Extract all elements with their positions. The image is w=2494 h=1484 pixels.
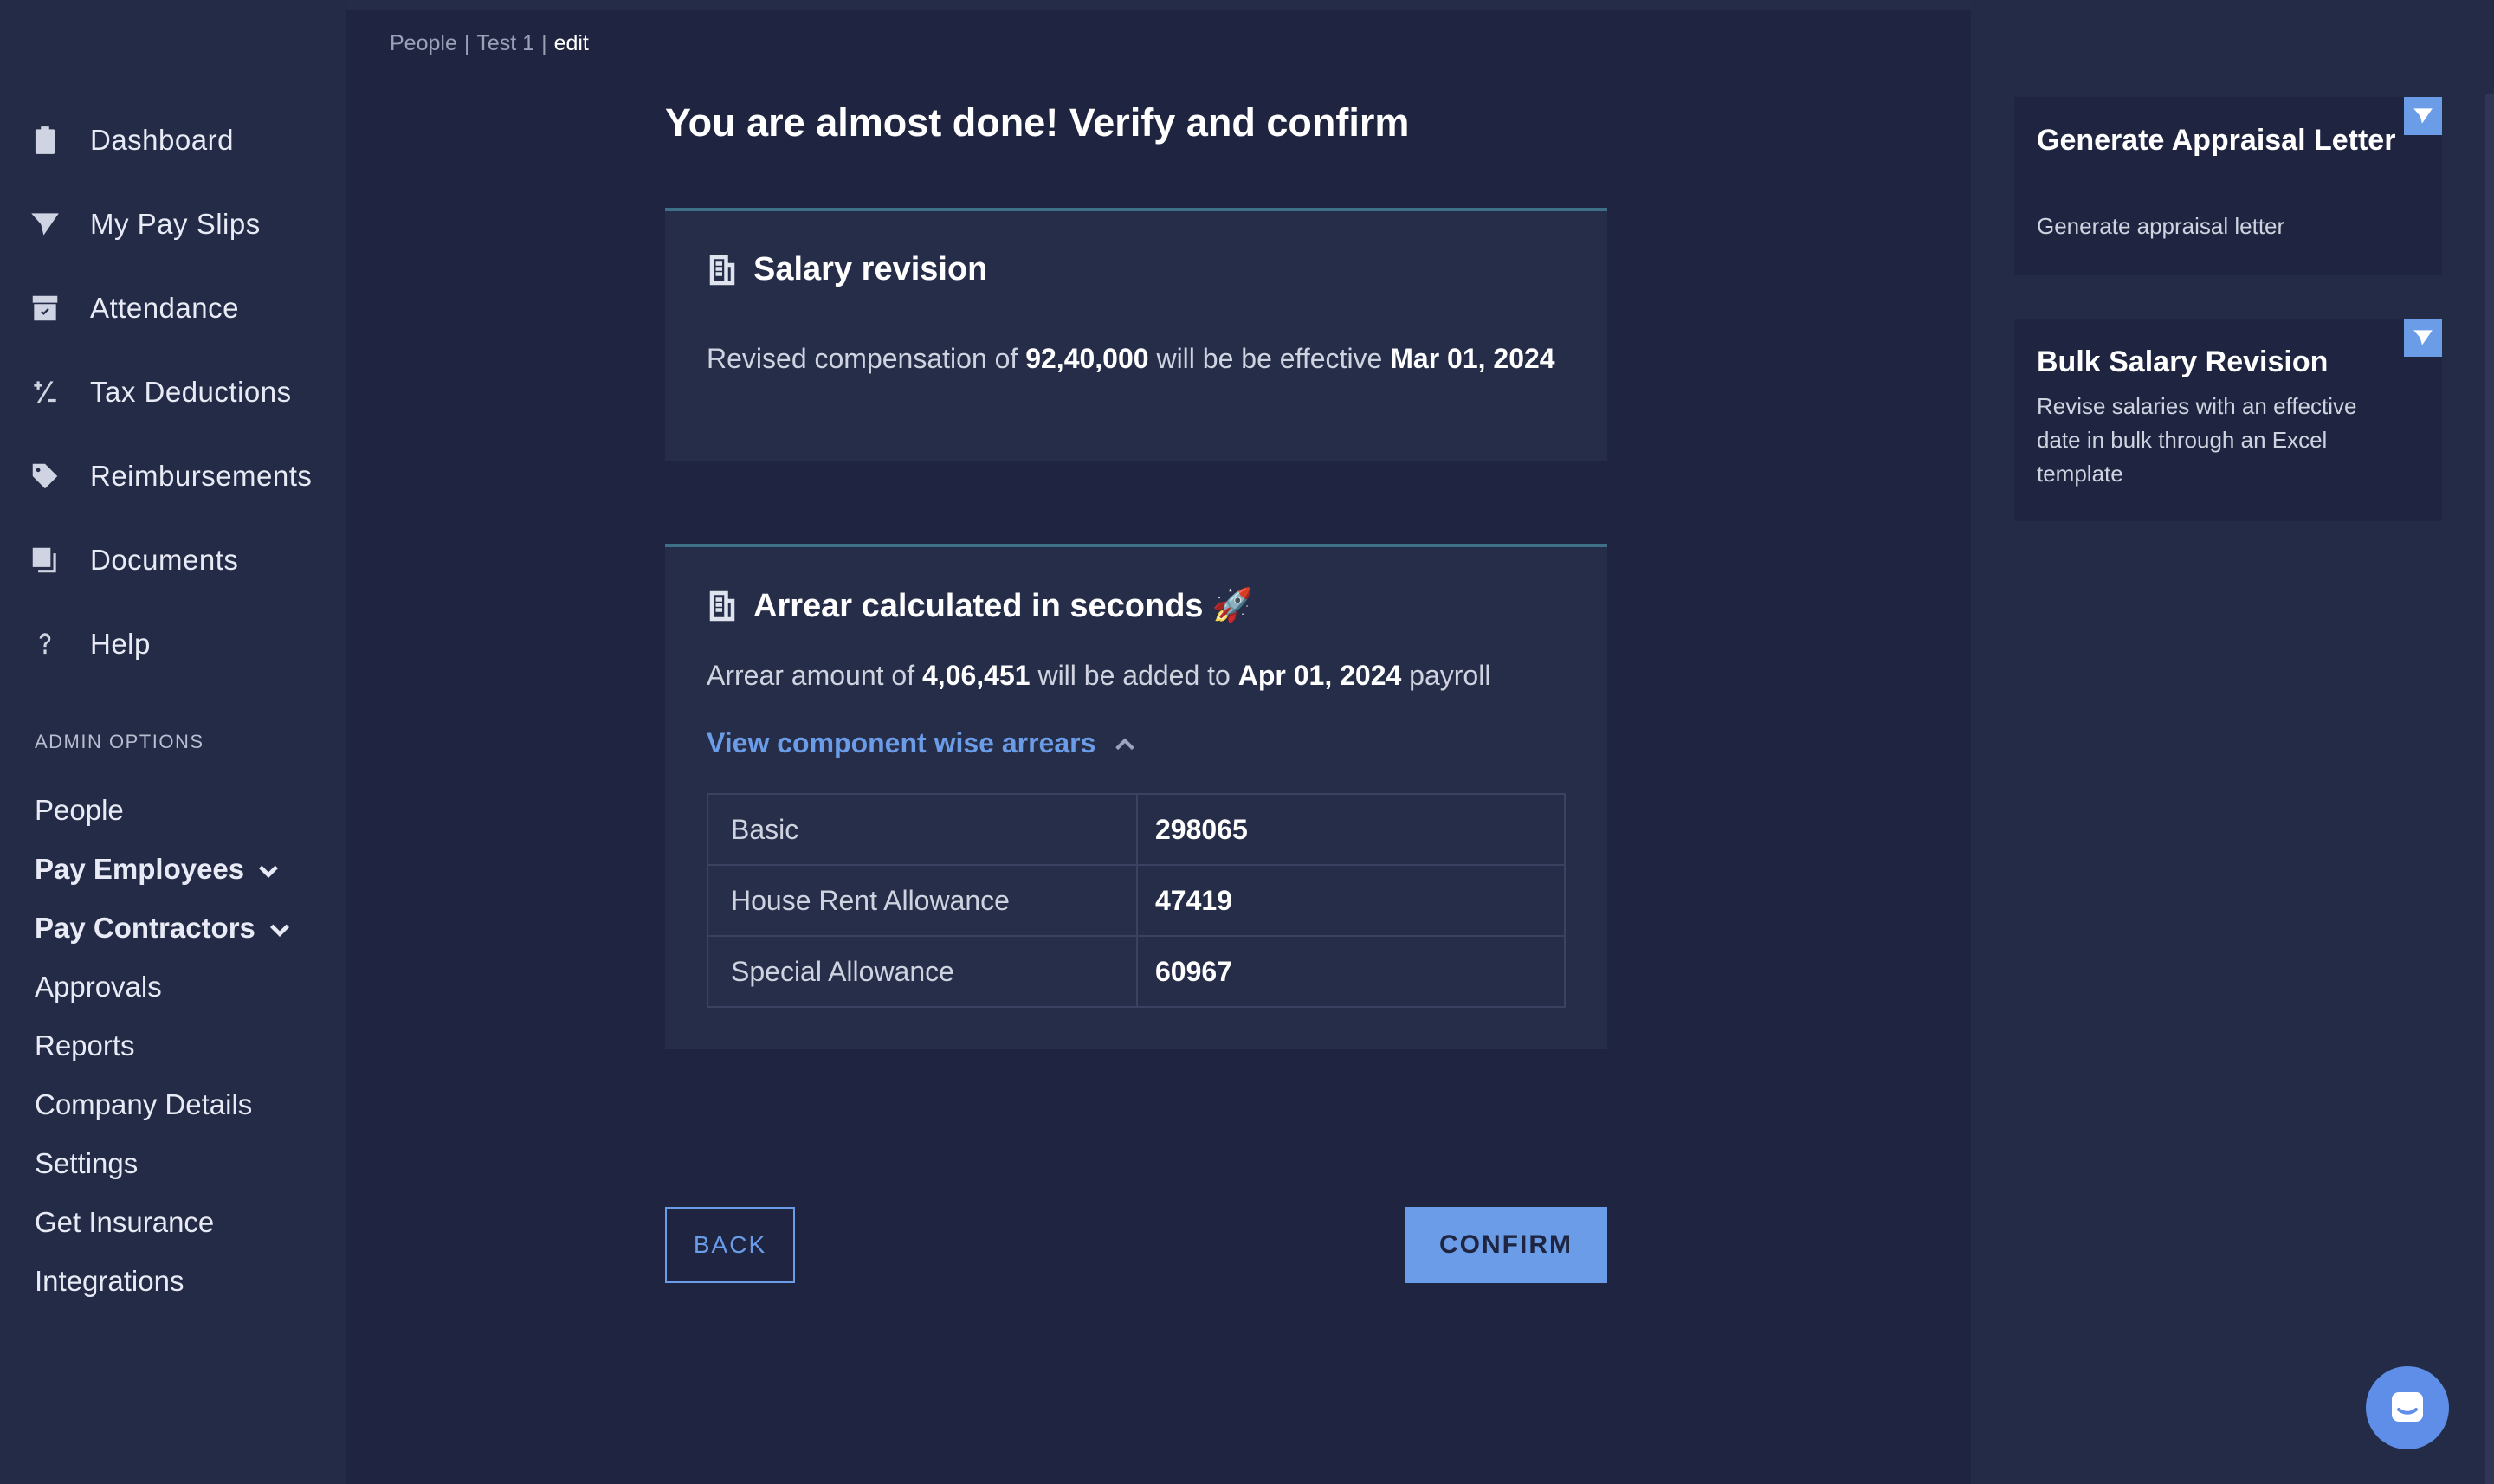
paper-plane-icon [2404, 319, 2442, 357]
rocket-icon: 🚀 [1211, 588, 1253, 624]
admin-item-label: People [35, 794, 124, 826]
chevron-up-icon [1113, 732, 1137, 756]
plus-minus-icon [28, 375, 62, 410]
sidebar-item-label: Attendance [90, 292, 239, 324]
arrear-card: Arrear calculated in seconds 🚀 Arrear am… [665, 544, 1607, 1049]
breadcrumb: People | Test 1 | edit [390, 31, 589, 56]
breadcrumb-people[interactable]: People [390, 31, 457, 56]
component-arrears-table: Basic 298065 House Rent Allowance 47419 … [707, 793, 1566, 1008]
documents-icon [28, 543, 62, 577]
admin-item-pay-employees[interactable]: Pay Employees [35, 847, 281, 892]
admin-item-settings[interactable]: Settings [35, 1141, 138, 1186]
bulk-salary-revision-card[interactable]: Bulk Salary Revision Revise salaries wit… [2014, 319, 2442, 521]
app-root: Dashboard My Pay Slips Attendance Tax De… [0, 0, 2494, 1484]
sidebar-item-label: Documents [90, 544, 239, 576]
confirm-button[interactable]: CONFIRM [1405, 1207, 1607, 1283]
promo-title: Generate Appraisal Letter [2037, 124, 2396, 157]
table-row: Basic 298065 [707, 793, 1566, 866]
document-icon [707, 590, 738, 622]
promo-description: Revise salaries with an effective date i… [2037, 393, 2357, 487]
admin-item-integrations[interactable]: Integrations [35, 1259, 184, 1304]
arrear-amount: 4,06,451 [922, 660, 1031, 691]
salary-text-prefix: Revised compensation of [707, 343, 1026, 374]
admin-item-approvals[interactable]: Approvals [35, 965, 162, 1010]
arrear-text-mid: will be added to [1030, 660, 1238, 691]
admin-item-people[interactable]: People [35, 788, 124, 833]
promo-description: Generate appraisal letter [2037, 213, 2285, 239]
component-value: 47419 [1136, 864, 1566, 937]
admin-item-label: Pay Contractors [35, 912, 255, 944]
sidebar-item-attendance[interactable]: Attendance [28, 282, 339, 334]
sidebar: Dashboard My Pay Slips Attendance Tax De… [0, 0, 346, 1484]
salary-revision-title: Salary revision [753, 251, 988, 287]
paper-plane-icon [28, 207, 62, 242]
component-value: 60967 [1136, 935, 1566, 1008]
arrear-text-prefix: Arrear amount of [707, 660, 922, 691]
admin-item-label: Reports [35, 1029, 135, 1061]
main-content: People | Test 1 | edit You are almost do… [346, 10, 1971, 1484]
breadcrumb-employee[interactable]: Test 1 [476, 31, 534, 56]
view-link-label: View component wise arrears [707, 727, 1096, 758]
admin-item-label: Get Insurance [35, 1206, 215, 1238]
admin-item-company-details[interactable]: Company Details [35, 1082, 252, 1127]
page-title: You are almost done! Verify and confirm [665, 100, 1410, 145]
sidebar-item-label: Reimbursements [90, 460, 313, 492]
view-component-arrears-link[interactable]: View component wise arrears [707, 727, 1137, 759]
table-row: Special Allowance 60967 [707, 935, 1566, 1008]
chevron-down-icon [256, 857, 281, 881]
sidebar-item-tax-deductions[interactable]: Tax Deductions [28, 366, 339, 418]
admin-item-label: Integrations [35, 1265, 184, 1297]
component-name: House Rent Allowance [707, 864, 1138, 937]
salary-text-mid: will be be effective [1148, 343, 1391, 374]
component-name: Basic [707, 793, 1138, 866]
admin-item-reports[interactable]: Reports [35, 1023, 135, 1068]
sidebar-item-label: My Pay Slips [90, 208, 261, 240]
arrear-header: Arrear calculated in seconds 🚀 [707, 587, 1253, 625]
promo-title: Bulk Salary Revision [2037, 345, 2329, 378]
admin-item-label: Pay Employees [35, 853, 245, 885]
salary-revision-text: Revised compensation of 92,40,000 will b… [707, 338, 1573, 379]
salary-revision-header: Salary revision [707, 251, 987, 288]
arrear-payroll-date: Apr 01, 2024 [1237, 660, 1402, 691]
paper-plane-icon [2404, 97, 2442, 135]
sidebar-item-help[interactable]: Help [28, 618, 339, 670]
arrear-text: Arrear amount of 4,06,451 will be added … [707, 655, 1573, 696]
admin-item-label: Settings [35, 1147, 139, 1179]
admin-item-label: Company Details [35, 1088, 253, 1120]
table-row: House Rent Allowance 47419 [707, 864, 1566, 937]
revised-compensation-amount: 92,40,000 [1025, 343, 1149, 374]
clipboard-icon [28, 123, 62, 158]
breadcrumb-separator: | [463, 31, 470, 55]
question-icon [28, 627, 62, 661]
sidebar-item-my-pay-slips[interactable]: My Pay Slips [28, 198, 339, 250]
sidebar-item-documents[interactable]: Documents [28, 534, 339, 586]
breadcrumb-separator: | [541, 31, 547, 55]
sidebar-item-label: Help [90, 628, 151, 660]
chat-button[interactable] [2366, 1366, 2449, 1449]
admin-item-get-insurance[interactable]: Get Insurance [35, 1200, 214, 1245]
sidebar-item-dashboard[interactable]: Dashboard [28, 114, 339, 166]
calendar-check-icon [28, 291, 62, 326]
arrear-text-suffix: payroll [1401, 660, 1491, 691]
chat-icon [2392, 1392, 2423, 1422]
sidebar-item-label: Tax Deductions [90, 376, 292, 408]
component-name: Special Allowance [707, 935, 1138, 1008]
tag-icon [28, 459, 62, 494]
admin-item-pay-contractors[interactable]: Pay Contractors [35, 906, 292, 951]
admin-options-title: ADMIN OPTIONS [35, 731, 204, 752]
document-icon [707, 255, 738, 286]
effective-date: Mar 01, 2024 [1390, 343, 1555, 374]
scrollbar[interactable] [2485, 94, 2494, 1484]
chevron-down-icon [268, 916, 292, 940]
salary-revision-card: Salary revision Revised compensation of … [665, 208, 1607, 461]
breadcrumb-current: edit [553, 31, 589, 55]
back-button[interactable]: BACK [665, 1207, 795, 1283]
generate-appraisal-letter-card[interactable]: Generate Appraisal Letter Generate appra… [2014, 97, 2442, 275]
arrear-title: Arrear calculated in seconds [753, 587, 1204, 624]
admin-item-label: Approvals [35, 971, 162, 1003]
sidebar-item-label: Dashboard [90, 124, 234, 156]
sidebar-item-reimbursements[interactable]: Reimbursements [28, 450, 339, 502]
component-value: 298065 [1136, 793, 1566, 866]
right-panel: Generate Appraisal Letter Generate appra… [1971, 0, 2494, 1484]
